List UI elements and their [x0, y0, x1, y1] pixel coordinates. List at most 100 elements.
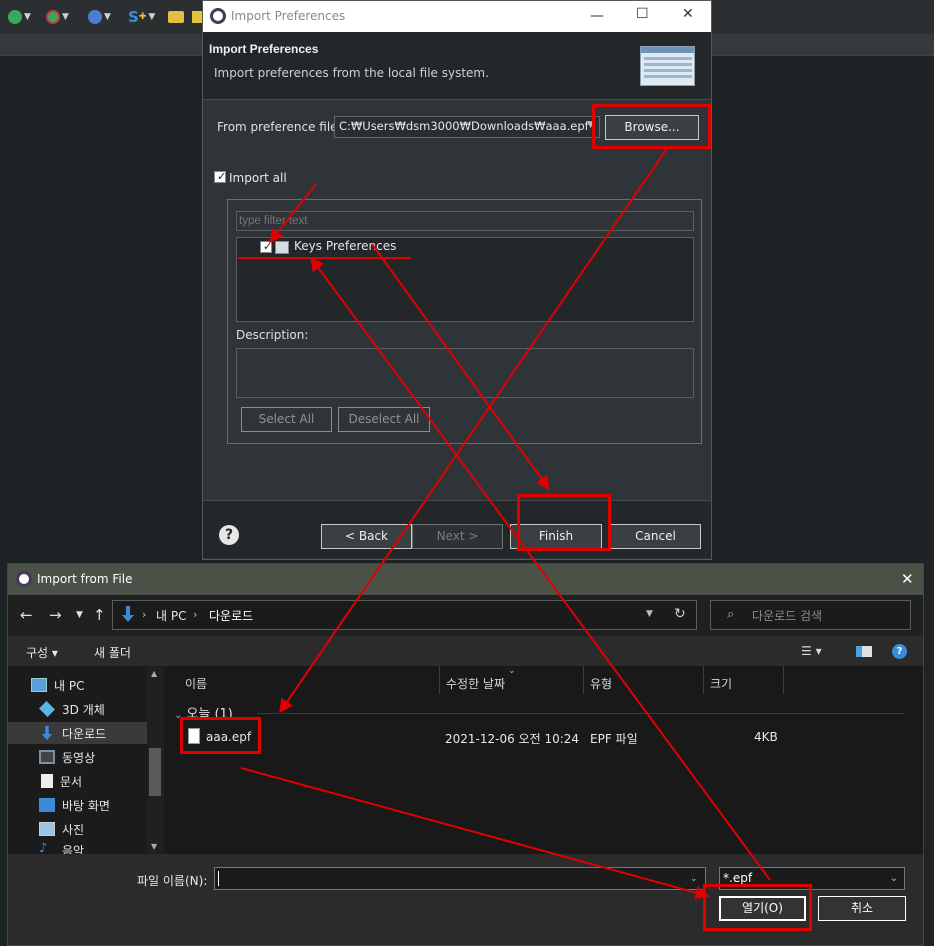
sparkle-icon: ✚: [138, 12, 147, 22]
column-header-size[interactable]: 크기: [710, 675, 732, 692]
scroll-down-icon[interactable]: ▼: [151, 842, 157, 851]
nav-item-music[interactable]: ♪ 음악: [39, 842, 84, 854]
music-icon: ♪: [39, 842, 48, 854]
file-dialog-titlebar[interactable]: Import from File ✕: [8, 564, 923, 595]
wizard-banner: Import Preferences Import preferences fr…: [203, 32, 711, 100]
download-icon: [41, 726, 53, 740]
preference-file-combo[interactable]: C:₩Users₩dsm3000₩Downloads₩aaa.epf ▼: [334, 116, 600, 138]
open-folder-button[interactable]: [168, 8, 184, 26]
filter-input[interactable]: [236, 211, 694, 231]
globe-button[interactable]: ▼: [88, 8, 111, 26]
chevron-down-icon[interactable]: ⌄: [890, 873, 898, 884]
column-divider[interactable]: [703, 666, 704, 694]
group-divider: [257, 713, 905, 714]
help-icon[interactable]: ?: [219, 525, 239, 545]
search-icon: ⌕: [727, 607, 735, 622]
back-arrow-icon[interactable]: ←: [20, 606, 33, 624]
debug-button[interactable]: ▼: [46, 8, 69, 26]
nav-item-pc[interactable]: 내 PC: [31, 674, 84, 696]
nav-item-downloads[interactable]: 다운로드: [8, 722, 147, 744]
search-input[interactable]: ⌕ 다운로드 검색: [710, 600, 911, 630]
command-bar: 구성 ▾ 새 폴더 ☰ ▾ ?: [8, 636, 923, 666]
filename-label: 파일 이름(N):: [137, 874, 208, 888]
navigation-pane: 내 PC 3D 개체 다운로드 동영상 문서 바탕 화면 사진 ♪ 음악 ▲ ▼: [8, 666, 165, 854]
file-list: 이름 ⌄ 수정한 날짜 유형 크기 ⌄ 오늘 (1) aaa.epf 2021-1…: [165, 666, 923, 854]
file-type-filter-value: *.epf: [723, 871, 753, 885]
column-header-name[interactable]: 이름: [185, 675, 207, 692]
navigation-row: ← → ▼ ↑ › 내 PC › 다운로드 ▼ ↻ ⌕ 다운로드 검색: [8, 595, 923, 636]
nav-scrollbar[interactable]: ▲ ▼: [147, 666, 164, 854]
new-folder-button[interactable]: 새 폴더: [94, 644, 131, 661]
globe-icon: [88, 10, 102, 24]
column-header-type[interactable]: 유형: [590, 675, 612, 692]
wizard-subheading: Import preferences from the local file s…: [214, 66, 489, 80]
folder-button-2[interactable]: [192, 8, 202, 26]
cancel-file-button[interactable]: 취소: [818, 896, 906, 921]
run-button[interactable]: ▼: [8, 8, 31, 26]
column-header-modified[interactable]: 수정한 날짜: [446, 675, 505, 692]
new-s-icon: S: [128, 8, 139, 26]
select-all-button[interactable]: Select All: [241, 407, 332, 432]
nav-item-documents[interactable]: 문서: [39, 770, 82, 792]
chevron-down-icon[interactable]: ▼: [646, 609, 653, 619]
scroll-up-icon[interactable]: ▲: [151, 669, 157, 678]
preference-tree[interactable]: ✓ Keys Preferences: [236, 237, 694, 322]
dialog-title: Import Preferences: [231, 9, 346, 23]
column-divider[interactable]: [439, 666, 440, 694]
chevron-down-icon: ▼: [148, 12, 156, 22]
breadcrumb-pc[interactable]: 내 PC: [156, 607, 186, 624]
nav-item-desktop[interactable]: 바탕 화면: [39, 794, 110, 816]
column-divider[interactable]: [583, 666, 584, 694]
new-button[interactable]: S ✚ ▼: [128, 8, 155, 26]
file-row[interactable]: aaa.epf 2021-12-06 오전 10:24 EPF 파일 4KB: [179, 724, 919, 752]
address-bar[interactable]: › 내 PC › 다운로드 ▼ ↻: [112, 600, 697, 630]
desktop-icon: [39, 798, 55, 812]
filename-input[interactable]: ⌄: [214, 867, 706, 890]
import-all-label[interactable]: Import all: [229, 171, 287, 185]
organize-button[interactable]: 구성 ▾: [26, 644, 58, 661]
picture-icon: [39, 822, 55, 836]
sort-indicator-icon: ⌄: [508, 666, 516, 676]
column-divider[interactable]: [783, 666, 784, 694]
nav-item-videos[interactable]: 동영상: [39, 746, 95, 768]
file-type: EPF 파일: [590, 732, 638, 746]
chevron-down-icon: ▼: [104, 12, 111, 22]
keys-preferences-checkbox[interactable]: ✓: [260, 240, 272, 253]
minimize-icon[interactable]: —: [590, 8, 604, 24]
nav-item-pictures[interactable]: 사진: [39, 818, 84, 840]
help-icon[interactable]: ?: [892, 644, 907, 659]
download-arrow-icon: [122, 606, 134, 622]
nav-item-3d-objects[interactable]: 3D 개체: [39, 698, 105, 720]
eclipse-icon: [210, 8, 226, 24]
highlight-browse: [592, 104, 711, 149]
close-icon[interactable]: ✕: [682, 6, 694, 22]
run-icon: [8, 10, 22, 24]
deselect-all-button[interactable]: Deselect All: [338, 407, 430, 432]
eclipse-icon: [16, 571, 32, 587]
view-options-icon[interactable]: ☰ ▾: [801, 644, 822, 658]
import-all-checkbox[interactable]: ✓: [214, 170, 226, 183]
file-modified: 2021-12-06 오전 10:24: [445, 732, 580, 746]
refresh-icon[interactable]: ↻: [674, 606, 686, 622]
up-arrow-icon[interactable]: ↑: [93, 606, 106, 624]
forward-arrow-icon[interactable]: →: [49, 606, 62, 624]
wizard-footer: ? < Back Next > Finish Cancel: [203, 500, 711, 558]
maximize-icon[interactable]: ☐: [636, 6, 649, 22]
preference-file-path: C:₩Users₩dsm3000₩Downloads₩aaa.epf: [339, 119, 589, 133]
tree-item-label[interactable]: Keys Preferences: [294, 239, 396, 253]
document-icon: [41, 774, 53, 788]
dialog-titlebar[interactable]: Import Preferences — ☐ ✕: [203, 1, 711, 32]
scroll-thumb[interactable]: [149, 748, 161, 796]
chevron-down-icon[interactable]: ⌄: [690, 874, 698, 884]
preview-pane-icon[interactable]: [856, 646, 872, 657]
breadcrumb-downloads[interactable]: 다운로드: [209, 607, 253, 624]
back-button[interactable]: < Back: [321, 524, 412, 549]
highlight-open: [703, 884, 812, 931]
cancel-button[interactable]: Cancel: [610, 524, 701, 549]
next-button[interactable]: Next >: [412, 524, 503, 549]
close-icon[interactable]: ✕: [901, 570, 914, 588]
chevron-down-icon[interactable]: ▼: [76, 610, 83, 620]
video-icon: [39, 750, 55, 764]
cube-icon: [39, 701, 55, 717]
description-label: Description:: [236, 328, 309, 342]
